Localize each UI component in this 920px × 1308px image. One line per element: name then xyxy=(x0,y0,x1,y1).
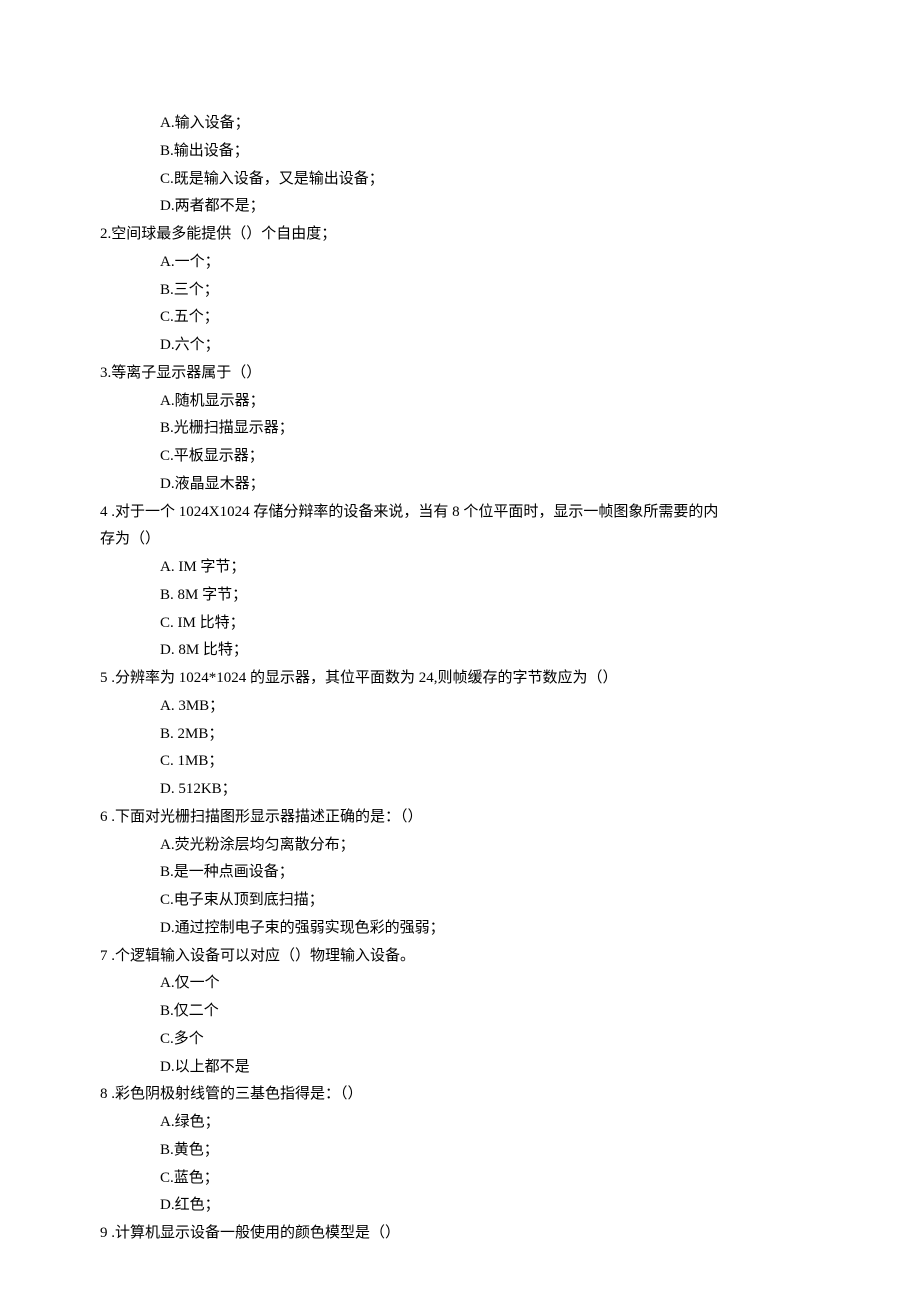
q9-stem: 9 .计算机显示设备一般使用的颜色模型是（） xyxy=(100,1220,820,1248)
q5-option-a: A. 3MB； xyxy=(100,693,820,721)
q2-option-c: C.五个； xyxy=(100,304,820,332)
q4-option-b: B. 8M 字节； xyxy=(100,582,820,610)
q8-option-d: D.红色； xyxy=(100,1192,820,1220)
q1-option-a: A.输入设备； xyxy=(100,110,820,138)
q4-stem-cont: 存为（） xyxy=(100,526,820,554)
q2-option-b: B.三个； xyxy=(100,277,820,305)
q5-option-d: D. 512KB； xyxy=(100,776,820,804)
q8-option-a: A.绿色； xyxy=(100,1109,820,1137)
q3-option-d: D.液晶显木器； xyxy=(100,471,820,499)
q6-option-c: C.电子束从顶到底扫描； xyxy=(100,887,820,915)
q5-stem: 5 .分辨率为 1024*1024 的显示器，其位平面数为 24,则帧缓存的字节… xyxy=(100,665,820,693)
q2-option-a: A.一个； xyxy=(100,249,820,277)
q3-option-c: C.平板显示器； xyxy=(100,443,820,471)
q3-option-a: A.随机显示器； xyxy=(100,388,820,416)
q1-option-d: D.两者都不是； xyxy=(100,193,820,221)
q7-option-b: B.仅二个 xyxy=(100,998,820,1026)
q8-option-c: C.蓝色； xyxy=(100,1165,820,1193)
q4-option-a: A. IM 字节； xyxy=(100,554,820,582)
q4-option-d: D. 8M 比特； xyxy=(100,637,820,665)
q7-stem: 7 .个逻辑输入设备可以对应（）物理输入设备。 xyxy=(100,943,820,971)
q7-option-c: C.多个 xyxy=(100,1026,820,1054)
q6-option-a: A.荧光粉涂层均匀离散分布； xyxy=(100,832,820,860)
q4-stem: 4 .对于一个 1024X1024 存储分辩率的设备来说，当有 8 个位平面时，… xyxy=(100,499,820,527)
q6-option-b: B.是一种点画设备； xyxy=(100,859,820,887)
q3-stem: 3.等离子显示器属于（） xyxy=(100,360,820,388)
q1-option-b: B.输出设备； xyxy=(100,138,820,166)
q5-option-b: B. 2MB； xyxy=(100,721,820,749)
q7-option-d: D.以上都不是 xyxy=(100,1054,820,1082)
q2-option-d: D.六个； xyxy=(100,332,820,360)
q3-option-b: B.光栅扫描显示器； xyxy=(100,415,820,443)
q1-option-c: C.既是输入设备，又是输出设备； xyxy=(100,166,820,194)
q8-option-b: B.黄色； xyxy=(100,1137,820,1165)
q2-stem: 2.空间球最多能提供（）个自由度； xyxy=(100,221,820,249)
q5-option-c: C. 1MB； xyxy=(100,748,820,776)
q6-stem: 6 .下面对光栅扫描图形显示器描述正确的是：（） xyxy=(100,804,820,832)
q7-option-a: A.仅一个 xyxy=(100,970,820,998)
q8-stem: 8 .彩色阴极射线管的三基色指得是：（） xyxy=(100,1081,820,1109)
q6-option-d: D.通过控制电子束的强弱实现色彩的强弱； xyxy=(100,915,820,943)
q4-option-c: C. IM 比特； xyxy=(100,610,820,638)
